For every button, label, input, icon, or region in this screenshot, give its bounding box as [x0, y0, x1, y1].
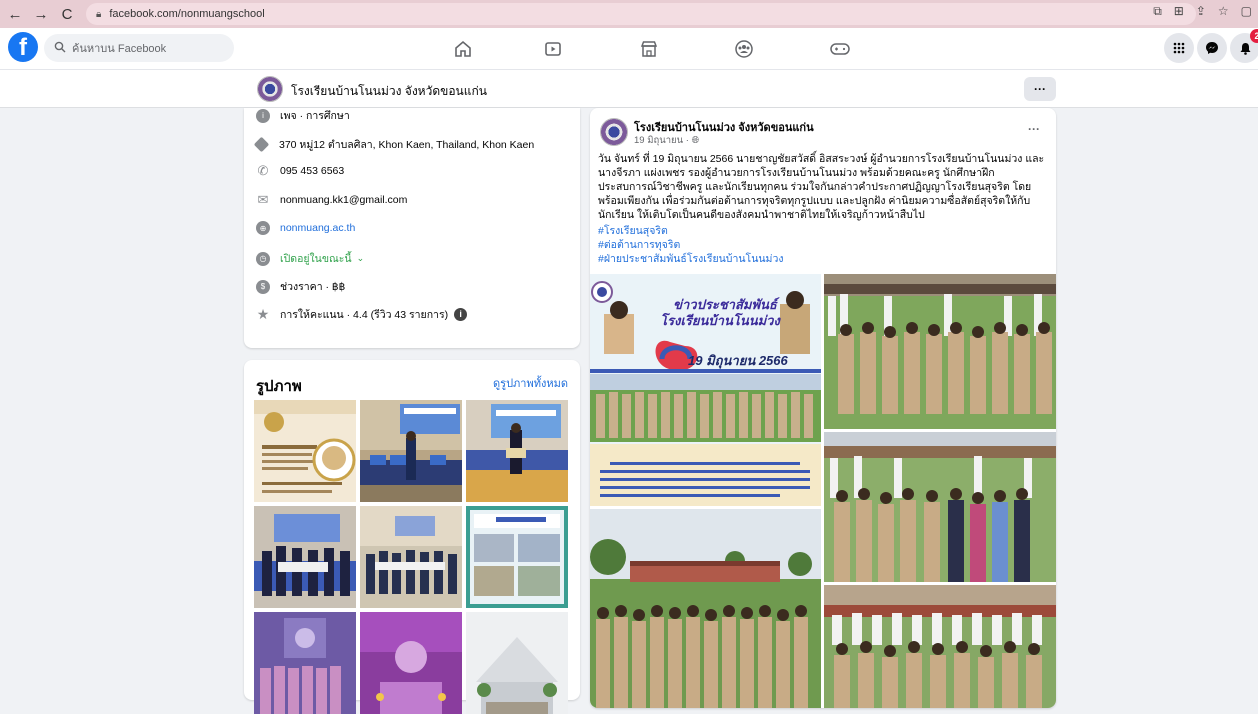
- phone-icon: ✆: [257, 163, 269, 178]
- post-author-avatar[interactable]: [600, 118, 628, 146]
- reload-icon[interactable]: C: [56, 3, 78, 25]
- post-more-options-button[interactable]: ···: [1028, 122, 1040, 136]
- location-pin-icon: [253, 136, 270, 153]
- page-title[interactable]: โรงเรียนบ้านโนนม่วง จังหวัดขอนแก่น: [291, 82, 487, 101]
- photos-card: รูปภาพ ดูรูปภาพทั้งหมด: [244, 360, 580, 714]
- page-header-bar: โรงเรียนบ้านโนนม่วง จังหวัดขอนแก่น ···: [0, 70, 1258, 108]
- post-photo[interactable]: [590, 509, 821, 708]
- intro-card: i เพจ · การศึกษา 370 หมู่12 ตำบลศิลา, Kh…: [244, 108, 580, 348]
- address-bar[interactable]: 🔒︎ facebook.com/nonmuangschool: [86, 3, 1196, 25]
- browser-toolbar: ← → C 🔒︎ facebook.com/nonmuangschool ⧉ ⊞…: [0, 0, 1258, 28]
- search-icon: [54, 41, 66, 56]
- clock-icon: ◷: [256, 251, 270, 266]
- rating-info-icon[interactable]: i: [454, 308, 468, 321]
- post-timestamp[interactable]: 19 มิถุนายน · 🌐︎: [634, 133, 699, 148]
- see-all-photos-link[interactable]: ดูรูปภาพทั้งหมด: [493, 374, 568, 392]
- search-placeholder: ค้นหาบน Facebook: [72, 43, 167, 55]
- photo-thumbnail[interactable]: [466, 612, 568, 714]
- post-photo[interactable]: [824, 432, 1056, 582]
- hours-status[interactable]: เปิดอยู่ในขณะนี้: [280, 250, 352, 267]
- post-hashtags: #โรงเรียนสุจริต #ต่อต้านการทุจริต #ฝ่ายป…: [598, 224, 784, 266]
- bookmark-star-icon[interactable]: ☆: [1218, 4, 1229, 19]
- post-body-text: วัน จันทร์ ที่ 19 มิถุนายน 2566 นายชาญชั…: [598, 153, 1045, 221]
- photo-thumbnail[interactable]: [360, 506, 462, 608]
- website-link[interactable]: nonmuang.ac.th: [280, 222, 355, 234]
- messenger-icon[interactable]: [1197, 33, 1227, 63]
- post-photo[interactable]: [824, 274, 1056, 429]
- hashtag-link[interactable]: #ฝ่ายประชาสัมพันธ์โรงเรียนบ้านโนนม่วง: [598, 252, 784, 266]
- intro-price: ช่วงราคา · ฿฿: [280, 281, 346, 293]
- intro-hours-row: ◷ เปิดอยู่ในขณะนี้ ⌄: [256, 250, 364, 267]
- intro-email: nonmuang.kk1@gmail.com: [280, 194, 408, 206]
- intro-phone-row: ✆ 095 453 6563: [256, 163, 345, 178]
- intro-website-row: ⊕ nonmuang.ac.th: [256, 221, 355, 235]
- post-card: โรงเรียนบ้านโนนม่วง จังหวัดขอนแก่น 19 มิ…: [590, 108, 1056, 708]
- intro-rating: การให้คะแนน · 4.4 (รีวิว 43 รายการ): [280, 309, 449, 321]
- hashtag-link[interactable]: #โรงเรียนสุจริต: [598, 224, 784, 238]
- intro-email-row: ✉ nonmuang.kk1@gmail.com: [256, 192, 408, 207]
- hashtag-link[interactable]: #ต่อต้านการทุจริต: [598, 238, 784, 252]
- intro-phone: 095 453 6563: [280, 165, 345, 177]
- photo-thumbnail[interactable]: [254, 506, 356, 608]
- groups-icon[interactable]: [732, 37, 756, 61]
- photo-thumbnail[interactable]: [360, 612, 462, 714]
- photo-thumbnail[interactable]: [466, 400, 568, 502]
- menu-grid-icon[interactable]: [1164, 33, 1194, 63]
- globe-icon: ⊕: [256, 221, 270, 235]
- browser-actions: ⧉ ⊞ ⇪ ☆ ▢: [1153, 4, 1252, 19]
- photo-thumbnail[interactable]: [360, 400, 462, 502]
- marketplace-icon[interactable]: [637, 37, 661, 61]
- intro-category: เพจ · การศึกษา: [280, 110, 350, 122]
- chevron-down-icon[interactable]: ⌄: [357, 253, 365, 264]
- page-avatar[interactable]: [257, 76, 283, 102]
- url-text: facebook.com/nonmuangschool: [109, 8, 265, 20]
- search-input[interactable]: ค้นหาบน Facebook: [44, 34, 234, 62]
- photo-thumbnail[interactable]: [254, 612, 356, 714]
- photo-thumbnail[interactable]: [466, 506, 568, 608]
- notification-badge: 2: [1250, 29, 1258, 43]
- facebook-top-nav: f ค้นหาบน Facebook 2: [0, 28, 1258, 70]
- star-icon: ★: [256, 306, 270, 322]
- intro-address: 370 หมู่12 ตำบลศิลา, Khon Kaen, Thailand…: [279, 139, 535, 151]
- poster-date: 19 มิถุนายน 2566: [688, 353, 788, 368]
- reader-icon[interactable]: ⊞: [1174, 4, 1184, 19]
- intro-address-row: 370 หมู่12 ตำบลศิลา, Khon Kaen, Thailand…: [253, 136, 535, 153]
- forward-icon[interactable]: →: [30, 3, 52, 25]
- poster-school-name: โรงเรียนบ้านโนนม่วง: [660, 313, 780, 328]
- post-photo[interactable]: [824, 585, 1056, 708]
- more-options-button[interactable]: ···: [1024, 77, 1056, 101]
- facebook-logo-icon[interactable]: f: [8, 32, 38, 62]
- back-icon[interactable]: ←: [4, 3, 26, 25]
- photo-thumbnail[interactable]: [254, 400, 356, 502]
- price-icon: $: [256, 279, 270, 294]
- email-icon: ✉: [257, 192, 269, 207]
- post-date: 19 มิถุนายน ·: [634, 135, 692, 146]
- lock-icon: 🔒︎: [96, 8, 102, 20]
- notifications-bell-icon[interactable]: 2: [1230, 29, 1258, 63]
- intro-rating-row: ★ การให้คะแนน · 4.4 (รีวิว 43 รายการ) i: [256, 306, 468, 323]
- intro-category-row: i เพจ · การศึกษา: [256, 107, 350, 124]
- intro-price-row: $ ช่วงราคา · ฿฿: [256, 278, 345, 295]
- globe-icon: 🌐︎: [691, 135, 700, 146]
- watch-video-icon[interactable]: [541, 37, 565, 61]
- photos-heading: รูปภาพ: [256, 378, 302, 395]
- gaming-icon[interactable]: [828, 37, 852, 61]
- post-photo-poster[interactable]: ข่าวประชาสัมพันธ์ โรงเรียนบ้านโนนม่วง 19…: [590, 274, 821, 506]
- window-icon[interactable]: ▢: [1241, 4, 1252, 19]
- share-icon[interactable]: ⇪: [1196, 4, 1206, 19]
- home-icon[interactable]: [451, 37, 475, 61]
- info-icon: i: [256, 108, 270, 123]
- install-icon[interactable]: ⧉: [1153, 4, 1162, 19]
